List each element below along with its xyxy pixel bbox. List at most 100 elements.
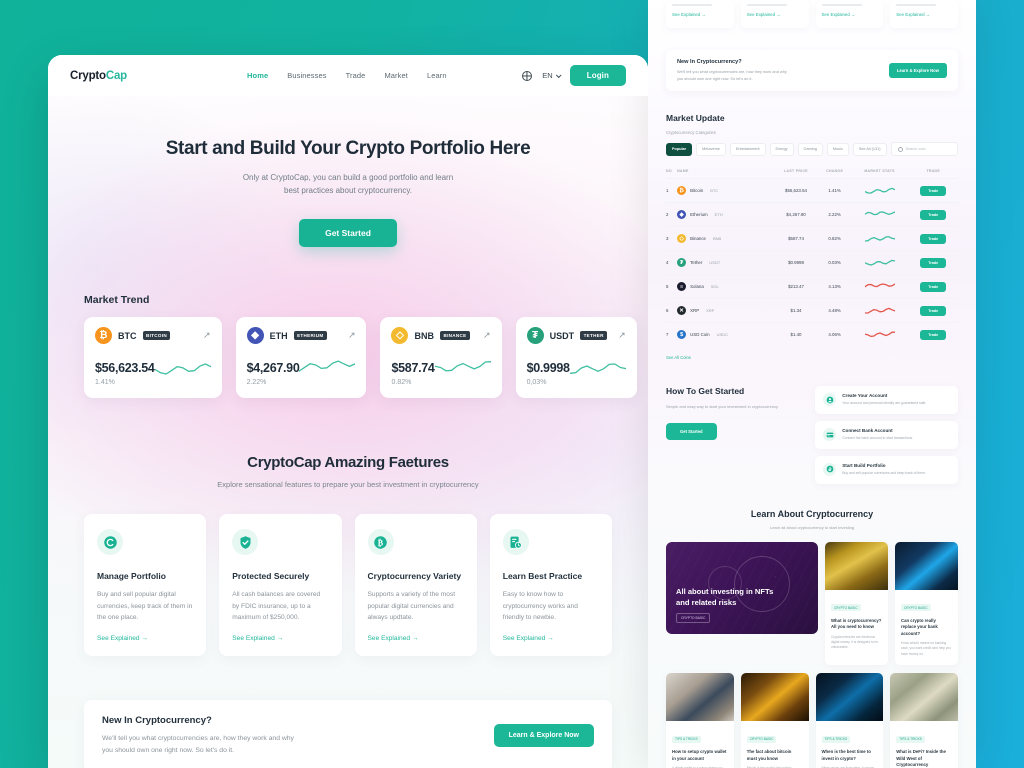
learn-subtitle: Learn all about cryptocurrency to start … [769, 524, 855, 530]
market-trend-card[interactable]: ₿ BTC BITCOIN ↗ $56,623.54 1.41% [84, 317, 222, 399]
feature-card[interactable]: Learn Best Practice Easy to know how to … [489, 514, 612, 656]
market-update-section: Market Update Cryptocurrency Categories … [666, 113, 958, 364]
coin-symbol: USDT [549, 330, 575, 341]
learn-explore-button[interactable]: Learn & Explore Now [493, 724, 594, 748]
arrow-up-right-icon[interactable]: ↗ [618, 331, 626, 340]
nav-item-learn[interactable]: Learn [427, 71, 447, 80]
mini-feature-card[interactable]: See Explained → [815, 0, 884, 28]
mini-feature-cards: See Explained → See Explained → See Expl… [666, 0, 958, 28]
see-explained-link[interactable]: See Explained → [503, 624, 599, 642]
article-body: Know what it means for banking cash, you… [901, 640, 951, 656]
see-explained-link[interactable]: See Explained → [822, 12, 878, 17]
portfolio-icon [823, 462, 837, 476]
right-cta-body-line1: We'll tell you what cryptocurrencies are… [677, 69, 787, 74]
mini-feature-card[interactable]: See Explained → [890, 0, 958, 28]
coin-tag: ETHERIUM [293, 331, 327, 341]
feature-card[interactable]: Manage Portfolio Buy and sell popular di… [84, 514, 207, 656]
see-explained-link[interactable]: See Explained → [232, 624, 328, 642]
arrow-up-right-icon[interactable]: ↗ [483, 331, 491, 340]
coin-icon: ◇ [677, 234, 687, 244]
nav-item-businesses[interactable]: Businesses [287, 71, 326, 80]
article-card[interactable]: CRYPTO BASIC The fact about bitcoin must… [740, 673, 809, 768]
table-row[interactable]: 6 ✕ XRP XRP $1.34 4.48% Trade [666, 298, 958, 323]
market-trend-card[interactable]: ₮ USDT TETHER ↗ $0.9998 0,03% [515, 317, 637, 399]
trade-button[interactable]: Trade [920, 281, 947, 292]
featured-article-card[interactable]: All about investing in NFTs and related … [666, 541, 818, 634]
page-title: Start and Build Your Crypto Portfolio He… [165, 138, 531, 159]
how-to-subtitle: Simple and easy way to start your invest… [666, 404, 779, 410]
category-tab[interactable]: Metaverse [696, 142, 726, 156]
row-index: 2 [666, 202, 678, 227]
row-name: ◆ Etherium ETH [677, 202, 774, 227]
coin-change: 1.41% [95, 379, 115, 387]
row-change: 0.03% [818, 250, 851, 275]
table-row[interactable]: 7 $ USD Coin USDC $1.40 4.06% Trade [666, 322, 958, 347]
coin-icon: $ [677, 330, 687, 340]
nav-item-trade[interactable]: Trade [346, 71, 366, 80]
arrow-up-right-icon[interactable]: ↗ [203, 331, 211, 340]
category-tab[interactable]: Gaming [797, 142, 823, 156]
coin-icon: ✕ [677, 306, 687, 316]
see-all-coins-link[interactable]: See All Coins [666, 355, 691, 360]
mini-feature-card[interactable]: See Explained → [666, 0, 734, 28]
row-symbol: BTC [710, 188, 719, 194]
login-button[interactable]: Login [569, 65, 626, 86]
coin-icon: ◆ [677, 210, 687, 220]
nav-item-market[interactable]: Market [384, 71, 408, 80]
see-explained-link[interactable]: See Explained → [672, 12, 728, 17]
table-column-header: No [666, 169, 672, 174]
market-trend-card[interactable]: ◆ ETH ETHERIUM ↗ $4,267.90 2.22% [235, 317, 367, 399]
step-body: Connect the bank account to start transa… [842, 436, 914, 441]
table-row[interactable]: 2 ◆ Etherium ETH $4,267.90 2.22% Trade [666, 202, 958, 227]
logo[interactable]: CryptoCap [70, 70, 127, 82]
hero-subtitle-line1: Only at CryptoCap, you can build a good … [242, 173, 454, 182]
article-card[interactable]: TIPS & TRICKS When is the best time to i… [815, 673, 884, 768]
how-to-step[interactable]: Create Your Account Your account and pers… [815, 386, 958, 415]
right-learn-explore-button[interactable]: Learn & Explore Now [888, 63, 947, 79]
trade-button[interactable]: Trade [920, 329, 947, 340]
category-tab[interactable]: Energy [769, 142, 794, 156]
feature-card[interactable]: ₿ Cryptocurrency Variety Supports a vari… [354, 514, 477, 656]
hero-subtitle-line2: best practices about cryptocurrency. [284, 186, 412, 196]
market-trend-card[interactable]: ◇ BNB BINANCE ↗ $587.74 0.82% [380, 317, 502, 399]
learn-featured-row: All about investing in NFTs and related … [666, 541, 958, 666]
category-tab[interactable]: Popular [666, 142, 693, 156]
row-index: 4 [666, 250, 678, 275]
article-card[interactable]: TIPS & TRICKS What is DeFi? Inside the W… [890, 673, 958, 768]
nav-item-home[interactable]: Home [247, 71, 268, 80]
see-explained-link[interactable]: See Explained → [896, 12, 952, 17]
mini-feature-card[interactable]: See Explained → [740, 0, 809, 28]
search-input[interactable]: Search coin [890, 142, 958, 157]
row-last-price: $56,623.54 [773, 178, 819, 203]
bottom-article-cards: TIPS & TRICKS How to setup crypto wallet… [666, 673, 958, 768]
table-row[interactable]: 1 ₿ Bitcoin BTC $56,623.54 1.41% Trade [666, 178, 958, 203]
category-tabs: Popular Metaverse Entertainment Energy Gamin… [666, 142, 958, 157]
trade-button[interactable]: Trade [920, 305, 947, 316]
trade-button[interactable]: Trade [920, 257, 947, 268]
article-card[interactable]: CRYPTO BASIC Can crypto really replace y… [895, 541, 958, 666]
get-started-button[interactable]: Get Started [299, 219, 397, 248]
article-card[interactable]: TIPS & TRICKS How to setup crypto wallet… [666, 673, 734, 768]
trade-button[interactable]: Trade [920, 185, 947, 196]
table-row[interactable]: 4 ₮ Tether USDT $0.9998 0.03% Trade [666, 250, 958, 275]
table-row[interactable]: 3 ◇ Binance BNB $587.74 0.82% Trade [666, 226, 958, 251]
arrow-up-right-icon[interactable]: ↗ [348, 331, 356, 340]
feature-card[interactable]: Protected Securely All cash balances are… [219, 514, 342, 656]
language-selector[interactable]: EN [542, 71, 562, 80]
category-tab[interactable]: Entertainment [729, 142, 766, 156]
category-tab[interactable]: Music [826, 142, 849, 156]
row-market-stats [850, 298, 909, 323]
table-row[interactable]: 5 ≡ Solana SOL $213.47 4.13% Trade [666, 274, 958, 299]
article-card[interactable]: CRYPTO BASIC What is cryptocurrency? All… [825, 541, 888, 666]
how-to-get-started-button[interactable]: Get Started [666, 423, 717, 441]
see-explained-link[interactable]: See Explained → [97, 624, 193, 642]
how-to-step[interactable]: Connect Bank Account Connect the bank acc… [815, 421, 958, 449]
how-to-step[interactable]: Start Build Portfolio Buy and sell popula… [815, 455, 958, 484]
trade-button[interactable]: Trade [920, 233, 947, 244]
cta-body-line1: We'll tell you what cryptocurrencies are… [102, 734, 294, 742]
see-explained-link[interactable]: See Explained → [368, 624, 464, 642]
feature-card-body: Easy to know how to cryptocurrency works… [502, 591, 578, 622]
see-explained-link[interactable]: See Explained → [747, 12, 803, 17]
trade-button[interactable]: Trade [920, 209, 947, 220]
category-tab[interactable]: See All (131) [852, 142, 887, 156]
